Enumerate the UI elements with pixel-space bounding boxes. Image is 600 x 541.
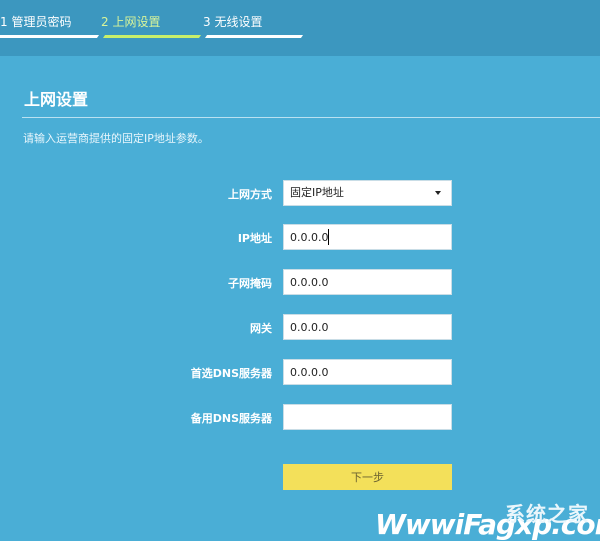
primary-dns-row: 首选DNS服务器 (0, 359, 600, 385)
step-internet-settings[interactable]: 2 上网设置 (101, 14, 160, 30)
gateway-input[interactable] (283, 314, 452, 340)
page-description: 请输入运营商提供的固定IP地址参数。 (23, 132, 209, 145)
connection-type-label: 上网方式 (228, 188, 272, 201)
connection-type-value: 固定IP地址 (290, 186, 344, 199)
subnet-mask-row: 子网掩码 (0, 269, 600, 295)
primary-dns-label: 首选DNS服务器 (190, 367, 272, 380)
connection-type-select[interactable]: 固定IP地址 (283, 180, 452, 206)
ip-address-row: IP地址 (0, 224, 600, 250)
page-title: 上网设置 (24, 90, 89, 109)
connection-type-row: 上网方式 固定IP地址 (0, 180, 600, 206)
caret-down-icon (435, 191, 441, 195)
subnet-mask-input[interactable] (283, 269, 452, 295)
step-admin-password-bar (0, 35, 100, 38)
secondary-dns-label: 备用DNS服务器 (190, 412, 272, 425)
ip-address-label: IP地址 (237, 232, 272, 245)
text-cursor (328, 229, 329, 245)
primary-dns-input[interactable] (283, 359, 452, 385)
step-wireless-settings-bar (204, 35, 304, 38)
title-divider (22, 117, 600, 118)
ip-address-input[interactable] (283, 224, 452, 250)
step-admin-password[interactable]: 1 管理员密码 (0, 14, 71, 30)
gateway-label: 网关 (250, 322, 272, 335)
site-watermark: WwwiFagxp.com 系统之家 (375, 498, 600, 541)
watermark-site-name: 系统之家 (505, 502, 589, 526)
subnet-mask-label: 子网掩码 (228, 277, 272, 290)
step-internet-settings-bar (102, 35, 202, 38)
next-step-button[interactable]: 下一步 (283, 464, 452, 490)
wizard-steps: 1 管理员密码 2 上网设置 3 无线设置 (0, 0, 600, 56)
gateway-row: 网关 (0, 314, 600, 340)
wizard-header: 1 管理员密码 2 上网设置 3 无线设置 (0, 0, 600, 56)
secondary-dns-input[interactable] (283, 404, 452, 430)
step-wireless-settings[interactable]: 3 无线设置 (203, 14, 262, 30)
secondary-dns-row: 备用DNS服务器 (0, 404, 600, 430)
